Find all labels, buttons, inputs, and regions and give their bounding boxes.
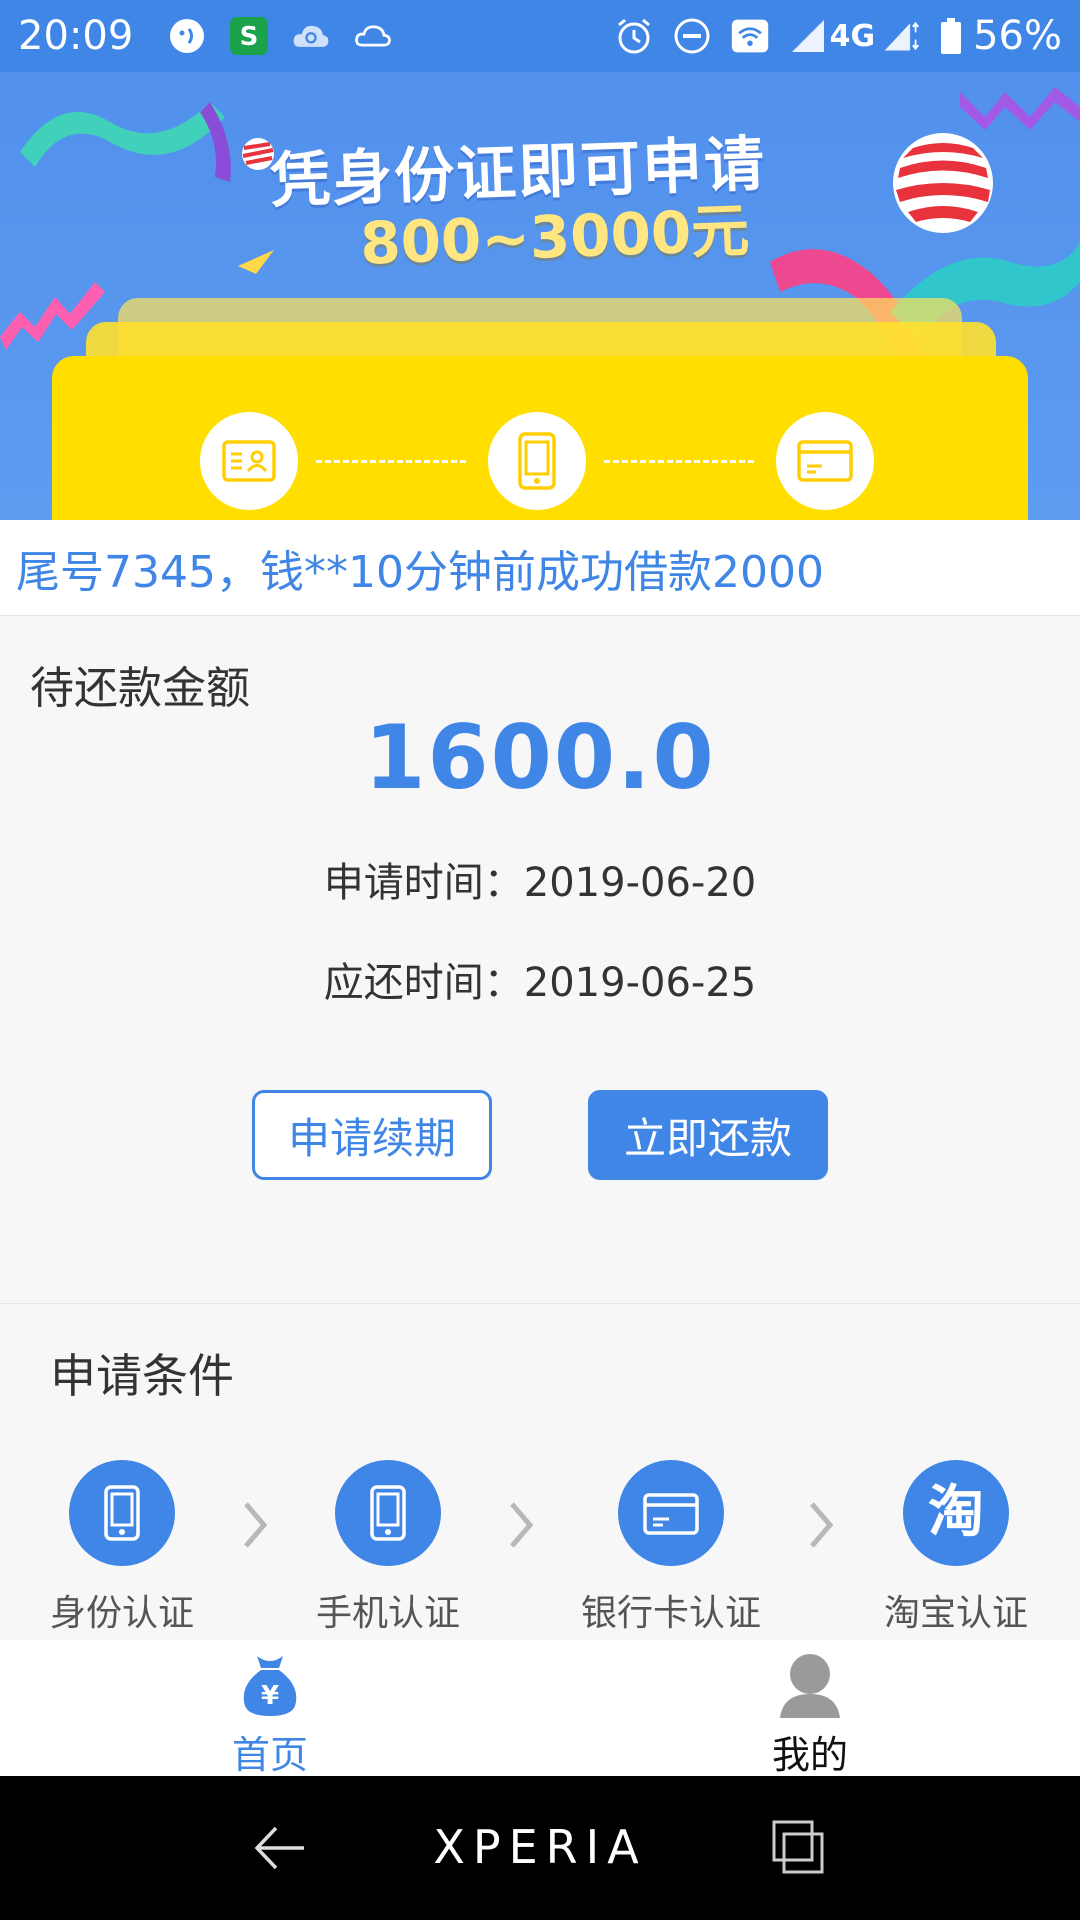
chat-icon — [167, 16, 207, 56]
bottom-tab-bar: ¥ 首页 我的 — [0, 1640, 1080, 1779]
bank-card-icon — [776, 412, 874, 510]
chevron-right-icon — [244, 1502, 268, 1548]
repay-now-button[interactable]: 立即还款 — [588, 1090, 828, 1180]
alarm-icon — [614, 16, 654, 56]
wifi-icon — [730, 16, 770, 56]
loan-notice-marquee: 尾号7345，钱**10分钟前成功借款2000 — [0, 520, 1080, 616]
step-connector — [604, 460, 754, 463]
apply-date-row: 申请时间：2019-06-20 — [0, 850, 1080, 908]
id-card-icon — [200, 412, 298, 510]
due-date-row: 应还时间：2019-06-25 — [0, 950, 1080, 1008]
status-bar: 20:09 S 4G 56% — [0, 0, 1080, 72]
due-date-label: 应还时间： — [323, 960, 524, 1006]
condition-label: 身份认证 — [49, 1593, 194, 1634]
tab-label: 首页 — [231, 1733, 308, 1777]
apply-date-label: 申请时间： — [323, 860, 524, 906]
ribbon-decoration — [960, 87, 1080, 130]
status-time: 20:09 — [18, 13, 134, 59]
bag-glyph: ¥ — [261, 1681, 279, 1711]
condition-taobao[interactable]: 淘 淘宝认证 — [856, 1460, 1056, 1636]
application-conditions: 申请条件 身份认证 手机认证 银行卡认证 淘 淘宝认证 — [0, 1304, 1080, 1640]
repayment-section: 待还款金额 1600.0 申请时间：2019-06-20 应还时间：2019-0… — [0, 616, 1080, 1304]
bank-card-icon — [618, 1460, 724, 1566]
user-icon — [775, 1650, 845, 1720]
ribbon-decoration — [20, 102, 231, 182]
extend-loan-button[interactable]: 申请续期 — [252, 1090, 492, 1180]
tab-label: 我的 — [771, 1733, 848, 1777]
condition-label: 手机认证 — [315, 1593, 460, 1634]
chevron-right-icon — [810, 1502, 834, 1548]
recent-apps-icon[interactable] — [772, 1820, 824, 1874]
condition-phone[interactable]: 手机认证 — [288, 1460, 488, 1636]
taobao-glyph: 淘 — [928, 1480, 984, 1545]
ball-decoration — [893, 133, 993, 233]
network-type: 4G — [829, 18, 876, 54]
step-connector — [316, 460, 466, 463]
phone-icon — [69, 1460, 175, 1566]
svg-text:S: S — [240, 22, 259, 52]
condition-identity[interactable]: 身份认证 — [22, 1460, 222, 1636]
signal-icon — [881, 16, 921, 56]
money-bag-icon: ¥ — [235, 1650, 305, 1720]
do-not-disturb-icon — [672, 16, 712, 56]
tab-mine[interactable]: 我的 — [710, 1650, 910, 1779]
banner-amount: 800~3000元 — [359, 196, 751, 278]
notice-text: 尾号7345，钱**10分钟前成功借款2000 — [16, 546, 824, 598]
s-app-icon: S — [229, 16, 269, 56]
condition-label: 银行卡认证 — [580, 1593, 761, 1634]
battery-icon — [939, 16, 963, 56]
phone-icon — [488, 412, 586, 510]
taobao-icon: 淘 — [903, 1460, 1009, 1566]
system-nav-bar: XPERIA — [0, 1776, 1080, 1920]
conditions-title: 申请条件 — [50, 1349, 234, 1403]
brand-logo: XPERIA — [433, 1820, 647, 1874]
repayment-amount: 1600.0 — [364, 706, 716, 809]
phone-icon — [335, 1460, 441, 1566]
chevron-right-icon — [510, 1502, 534, 1548]
signal-icon — [788, 16, 828, 56]
condition-bank-card[interactable]: 银行卡认证 — [571, 1460, 771, 1636]
apply-date-value: 2019-06-20 — [523, 860, 757, 906]
cloud-icon — [353, 16, 393, 56]
due-date-value: 2019-06-25 — [523, 960, 757, 1006]
promo-banner[interactable]: 凭身份证即可申请 800~3000元 — [0, 72, 1080, 520]
battery-percent: 56% — [973, 13, 1062, 59]
condition-label: 淘宝认证 — [883, 1593, 1028, 1634]
tab-home[interactable]: ¥ 首页 — [170, 1650, 370, 1779]
paper-plane-decoration — [238, 250, 274, 274]
cloud-search-icon — [291, 16, 331, 56]
